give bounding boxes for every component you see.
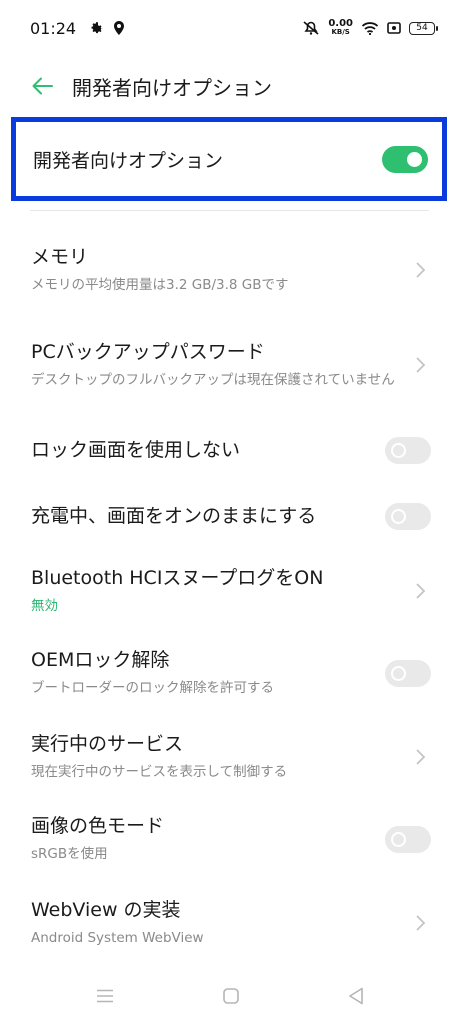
master-switch-label: 開発者向けオプション <box>33 149 224 172</box>
oem-unlock-toggle[interactable] <box>385 659 431 687</box>
toggle-knob <box>391 442 406 458</box>
back-arrow-icon <box>32 77 53 95</box>
setting-subtitle: Android System WebView <box>31 930 204 946</box>
back-button[interactable] <box>22 66 62 106</box>
setting-title: OEMロック解除 <box>31 649 170 671</box>
setting-text: WebView の実装 Android System WebView <box>31 897 204 949</box>
back-triangle-icon <box>348 987 363 1005</box>
setting-text: OEMロック解除 ブートローダーのロック解除を許可する <box>31 647 274 699</box>
setting-title: Bluetooth HCIスヌープログをON <box>31 567 324 589</box>
setting-stay-awake[interactable]: 充電中、画面をオンのままにする <box>0 498 461 534</box>
setting-running-services[interactable]: 実行中のサービス 現在実行中のサービスを表示して制御する <box>0 728 461 786</box>
setting-oem-unlock[interactable]: OEMロック解除 ブートローダーのロック解除を許可する <box>0 644 461 702</box>
setting-color-mode[interactable]: 画像の色モード sRGBを使用 <box>0 810 461 868</box>
setting-subtitle: sRGBを使用 <box>31 846 108 862</box>
setting-title: 画像の色モード <box>31 815 165 837</box>
screen: 01:24 0.00 KB/S 54 開発者向けオプション 開発者向けオプション… <box>0 0 461 1024</box>
setting-bluetooth-hci-snoop-log[interactable]: Bluetooth HCIスヌープログをON 無効 <box>0 562 461 620</box>
chevron-right-icon <box>413 353 427 377</box>
chevron-right-icon <box>413 579 427 603</box>
developer-options-toggle[interactable] <box>382 145 428 173</box>
mute-icon <box>302 20 320 36</box>
setting-text: 実行中のサービス 現在実行中のサービスを表示して制御する <box>31 731 287 783</box>
net-speed-unit: KB/S <box>331 28 350 36</box>
status-bar: 01:24 0.00 KB/S 54 <box>0 0 461 56</box>
setting-title: WebView の実装 <box>31 899 181 921</box>
screenshot-icon <box>387 21 401 35</box>
gear-icon <box>90 21 104 35</box>
setting-title: メモリ <box>31 246 89 268</box>
setting-title: 充電中、画面をオンのままにする <box>31 505 317 527</box>
setting-pc-backup-password[interactable]: PCバックアップパスワード デスクトップのフルバックアップは現在保護されていませ… <box>0 326 461 404</box>
setting-webview-implementation[interactable]: WebView の実装 Android System WebView <box>0 894 461 952</box>
back-nav-button[interactable] <box>336 976 376 1016</box>
battery-icon: 54 <box>409 21 438 35</box>
setting-subtitle: 現在実行中のサービスを表示して制御する <box>31 764 288 780</box>
setting-text: 充電中、画面をオンのままにする <box>31 503 316 529</box>
setting-subtitle: ブートローダーのロック解除を許可する <box>31 680 274 696</box>
wifi-icon <box>361 21 379 35</box>
toggle-knob <box>391 831 406 847</box>
toggle-knob <box>391 665 406 681</box>
home-button[interactable] <box>211 976 251 1016</box>
setting-memory[interactable]: メモリ メモリの平均使用量は3.2 GB/3.8 GBです <box>0 238 461 302</box>
setting-text: PCバックアップパスワード デスクトップのフルバックアップは現在保護されていませ… <box>31 339 395 391</box>
no-lock-screen-toggle[interactable] <box>385 436 431 464</box>
menu-icon <box>97 989 114 1003</box>
setting-text: Bluetooth HCIスヌープログをON 無効 <box>31 565 323 617</box>
setting-subtitle: 無効 <box>31 598 58 614</box>
home-icon <box>222 988 239 1004</box>
toggle-knob <box>407 151 422 167</box>
status-time: 01:24 <box>30 18 77 38</box>
setting-title: 実行中のサービス <box>31 733 184 755</box>
net-speed-value: 0.00 <box>328 18 353 29</box>
color-mode-toggle[interactable] <box>385 825 431 853</box>
status-bar-left: 01:24 <box>30 19 134 38</box>
divider <box>30 210 429 211</box>
setting-subtitle: メモリの平均使用量は3.2 GB/3.8 GBです <box>31 277 289 293</box>
setting-text: メモリ メモリの平均使用量は3.2 GB/3.8 GBです <box>31 244 289 296</box>
setting-subtitle: デスクトップのフルバックアップは現在保護されていません <box>31 372 395 388</box>
app-bar: 開発者向けオプション <box>0 62 461 110</box>
setting-text: ロック画面を使用しない <box>31 437 240 463</box>
location-icon <box>114 21 125 35</box>
developer-options-master-switch-row[interactable]: 開発者向けオプション <box>11 117 447 201</box>
setting-text: 画像の色モード sRGBを使用 <box>31 813 164 865</box>
chevron-right-icon <box>413 258 427 282</box>
chevron-right-icon <box>413 745 427 769</box>
recents-button[interactable] <box>85 976 125 1016</box>
setting-no-lock-screen[interactable]: ロック画面を使用しない <box>0 432 461 468</box>
navigation-bar <box>0 972 461 1020</box>
net-speed: 0.00 KB/S <box>328 19 353 37</box>
toggle-knob <box>391 508 406 524</box>
setting-title: ロック画面を使用しない <box>31 439 241 461</box>
setting-title: PCバックアップパスワード <box>31 341 265 363</box>
page-title: 開発者向けオプション <box>72 75 272 100</box>
status-bar-right: 0.00 KB/S 54 <box>294 19 438 37</box>
stay-awake-toggle[interactable] <box>385 502 431 530</box>
chevron-right-icon <box>413 911 427 935</box>
